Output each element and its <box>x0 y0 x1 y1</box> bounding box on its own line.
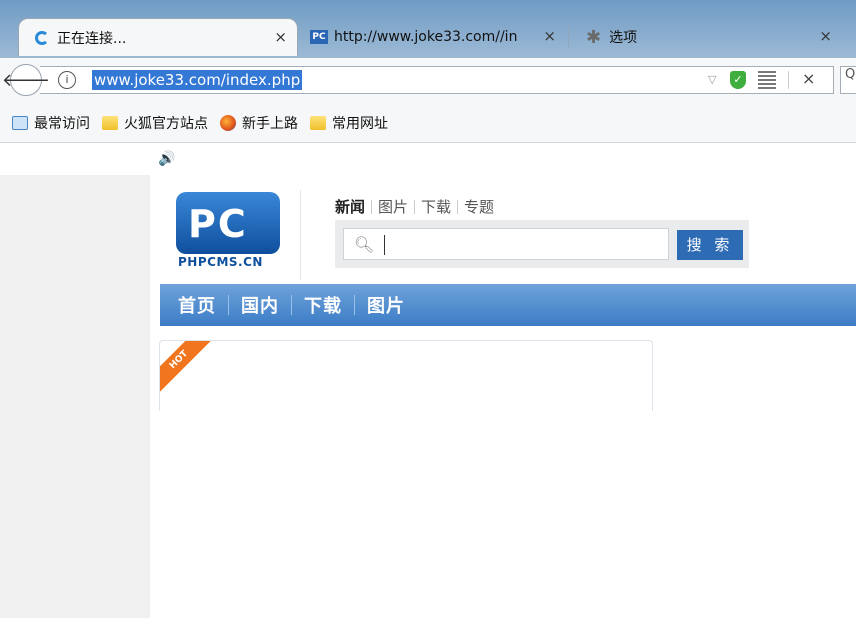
bookmark-most-visited[interactable]: 最常访问 <box>12 113 90 133</box>
pc-favicon-icon: PC <box>310 30 328 44</box>
search-tab-news[interactable]: 新闻 <box>335 196 371 217</box>
phpcms-logo[interactable]: PC PHPCMS.CN <box>176 192 280 272</box>
search-button[interactable]: 搜 索 <box>677 230 743 260</box>
speaker-icon[interactable]: 🔊 <box>158 151 175 167</box>
logo-mark: PC <box>176 192 280 254</box>
hot-badge: HOT <box>160 341 218 399</box>
shield-icon[interactable]: ✓ <box>730 71 746 89</box>
tab-options[interactable]: ✱ 选项 × <box>574 18 842 56</box>
tab-label: http://www.joke33.com//in <box>334 29 518 45</box>
tab-label: 选项 <box>609 30 638 46</box>
tab-close-icon[interactable]: × <box>543 27 556 45</box>
search-input[interactable]: 🔍︎ <box>343 228 669 260</box>
search-tab-downloads[interactable]: 下载 <box>415 196 457 217</box>
bookmark-label: 常用网址 <box>332 116 388 132</box>
tab-divider <box>568 26 569 48</box>
header-divider <box>300 190 301 280</box>
text-caret <box>384 235 385 255</box>
search-icon: 🔍︎ <box>354 235 375 254</box>
firefox-icon <box>220 115 236 131</box>
bookmark-label: 新手上路 <box>242 116 298 132</box>
bookmark-getting-started[interactable]: 新手上路 <box>220 113 298 133</box>
hot-news-panel: HOT <box>159 340 653 411</box>
folder-icon <box>102 116 118 130</box>
logo-letters: PC <box>188 202 248 246</box>
media-strip: 🔊 <box>0 143 856 175</box>
search-bar[interactable]: Q <box>840 66 856 94</box>
page-margin <box>0 175 150 618</box>
nav-images[interactable]: 图片 <box>355 292 417 318</box>
main-nav: 首页 国内 下载 图片 <box>160 284 856 326</box>
address-bar[interactable]: i www.joke33.com/index.php ▽ ✓ × <box>40 66 834 94</box>
search-tab-images[interactable]: 图片 <box>372 196 414 217</box>
stop-icon[interactable]: × <box>802 69 815 88</box>
tab-connecting[interactable]: 正在连接... × <box>18 18 298 56</box>
bookmarks-toolbar: 最常访问 火狐官方站点 新手上路 常用网址 <box>0 104 856 143</box>
tab-close-icon[interactable]: × <box>819 27 832 45</box>
loading-spinner-icon <box>35 30 49 45</box>
info-icon[interactable]: i <box>58 71 76 89</box>
bookmark-label: 火狐官方站点 <box>124 116 208 132</box>
bookmark-firefox-site[interactable]: 火狐官方站点 <box>102 113 208 133</box>
back-button[interactable]: 🡐 <box>2 64 50 96</box>
nav-domestic[interactable]: 国内 <box>229 292 291 318</box>
tab-label: 正在连接... <box>57 30 127 47</box>
logo-text: PHPCMS.CN <box>178 255 263 269</box>
tab-strip: 正在连接... × PC http://www.joke33.com//in ×… <box>0 0 856 58</box>
tab-close-icon[interactable]: × <box>274 28 287 46</box>
navigation-toolbar: i www.joke33.com/index.php ▽ ✓ × 🡐 Q <box>0 58 856 104</box>
back-arrow-icon: 🡐 <box>1 69 51 91</box>
tab-joke33[interactable]: PC http://www.joke33.com//in × <box>304 18 566 56</box>
bookmark-common-sites[interactable]: 常用网址 <box>310 113 388 133</box>
history-dropdown-icon[interactable]: ▽ <box>708 73 716 86</box>
search-tabs: 新闻 图片 下载 专题 <box>335 196 500 217</box>
url-text[interactable]: www.joke33.com/index.php <box>92 70 303 90</box>
url-divider <box>788 71 789 89</box>
site-search: 🔍︎ 搜 索 <box>335 220 749 268</box>
bookmark-label: 最常访问 <box>34 116 90 132</box>
nav-downloads[interactable]: 下载 <box>292 292 354 318</box>
most-visited-icon <box>12 116 28 130</box>
search-tab-topics[interactable]: 专题 <box>458 196 500 217</box>
gear-icon: ✱ <box>586 26 602 48</box>
nav-home[interactable]: 首页 <box>160 292 228 318</box>
folder-icon <box>310 116 326 130</box>
qr-code-icon[interactable] <box>758 71 776 89</box>
